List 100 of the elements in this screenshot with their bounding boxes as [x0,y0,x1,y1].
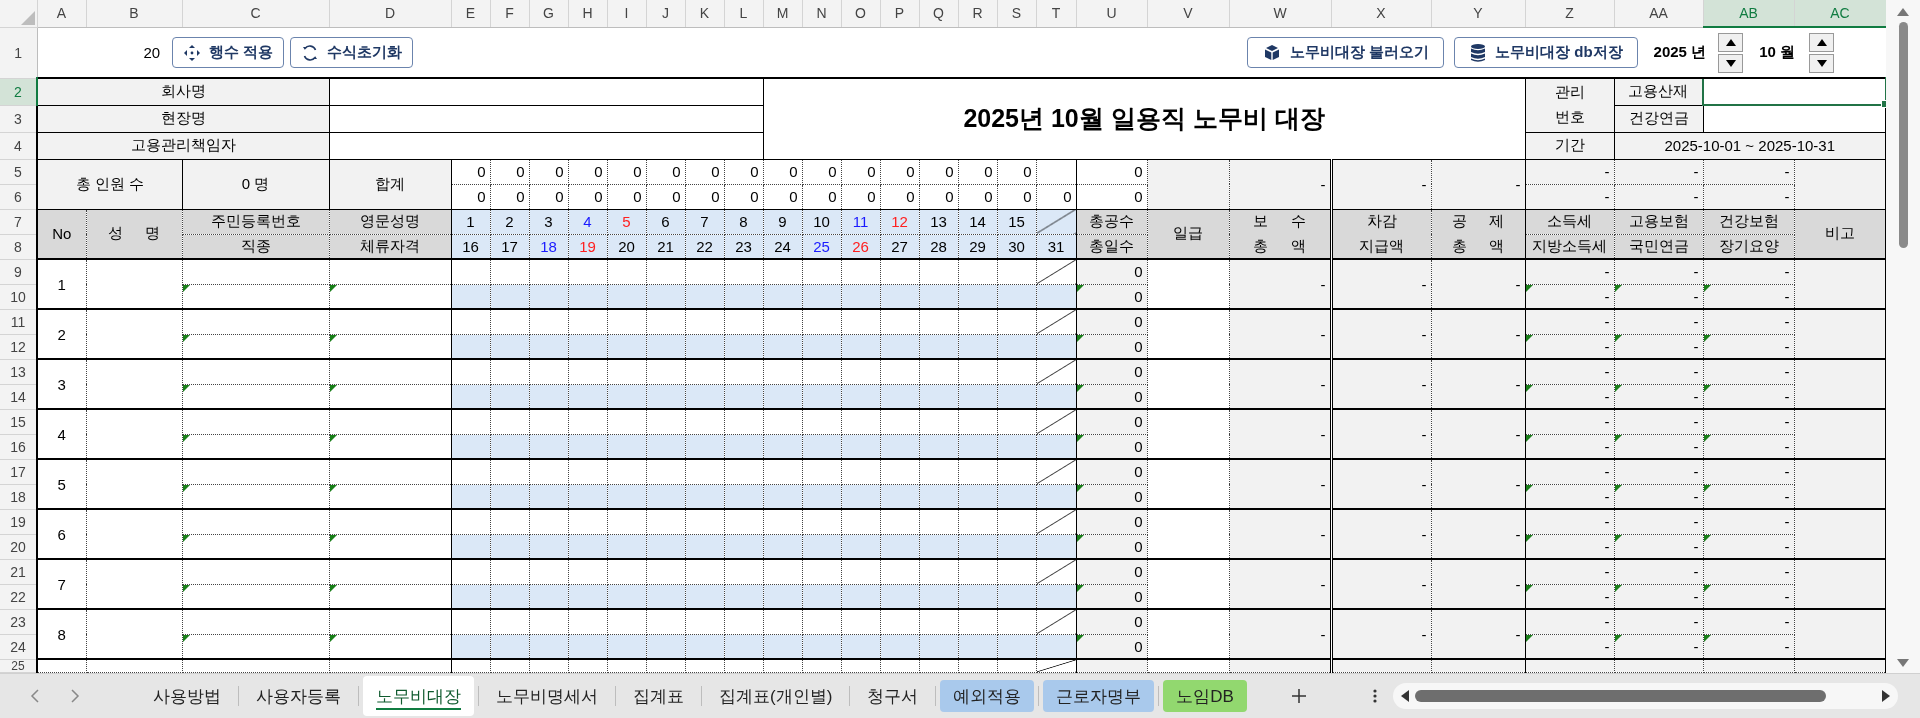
horizontal-scrollbar[interactable] [1392,683,1898,709]
column-header[interactable]: E [451,0,490,27]
next-sheet-icon[interactable] [70,688,80,704]
error-indicator-icon[interactable] [183,635,190,642]
scroll-down-icon[interactable] [1897,659,1909,667]
spin-down-button[interactable] [1718,53,1744,73]
column-header[interactable]: A [37,0,86,27]
column-header[interactable]: Q [919,0,958,27]
save-db-button[interactable]: 노무비대장 db저장 [1454,37,1638,68]
scrollbar-thumb[interactable] [1898,22,1908,248]
load-button[interactable]: 노무비대장 불러오기 [1246,37,1445,68]
error-indicator-icon[interactable] [183,485,190,492]
reset-formula-button[interactable]: 수식초기화 [290,37,414,68]
column-header[interactable]: AC [1794,0,1886,27]
error-indicator-icon[interactable] [1526,285,1533,292]
sheet-tab[interactable]: 집계표 [620,680,697,712]
column-header[interactable]: R [958,0,997,27]
error-indicator-icon[interactable] [1704,385,1711,392]
error-indicator-icon[interactable] [1077,635,1084,642]
error-indicator-icon[interactable] [183,435,190,442]
error-indicator-icon[interactable] [1526,535,1533,542]
column-header[interactable]: I [607,0,646,27]
spin-down-button[interactable] [1809,53,1834,73]
error-indicator-icon[interactable] [330,635,337,642]
error-indicator-icon[interactable] [1526,635,1533,642]
error-indicator-icon[interactable] [1615,435,1622,442]
error-indicator-icon[interactable] [183,385,190,392]
sheet-tab[interactable]: 예외적용 [940,680,1035,712]
error-indicator-icon[interactable] [1526,585,1533,592]
error-indicator-icon[interactable] [1077,385,1084,392]
error-indicator-icon[interactable] [330,535,337,542]
column-header[interactable]: Y [1431,0,1525,27]
error-indicator-icon[interactable] [1704,585,1711,592]
row-header[interactable]: 2 [0,78,37,105]
scroll-up-icon[interactable] [1897,8,1909,16]
error-indicator-icon[interactable] [330,435,337,442]
error-indicator-icon[interactable] [183,335,190,342]
previous-sheet-icon[interactable] [30,688,40,704]
column-header[interactable]: O [841,0,880,27]
scrollbar-thumb[interactable] [1414,690,1826,702]
column-header[interactable]: L [724,0,763,27]
error-indicator-icon[interactable] [1704,435,1711,442]
spin-up-button[interactable] [1718,32,1744,52]
column-header[interactable]: M [763,0,802,27]
column-header[interactable]: G [529,0,568,27]
selected-cell[interactable] [1703,78,1886,105]
sheet-tab[interactable]: 집계표(개인별) [706,680,846,712]
column-header[interactable]: T [1036,0,1076,27]
column-header[interactable]: D [329,0,451,27]
spin-up-button[interactable] [1809,32,1834,52]
error-indicator-icon[interactable] [1704,335,1711,342]
sheet-tab[interactable]: 노무비명세서 [483,680,611,712]
error-indicator-icon[interactable] [330,385,337,392]
column-header[interactable]: F [490,0,529,27]
sheet-tab[interactable]: 노무비대장 [363,676,474,716]
error-indicator-icon[interactable] [1077,285,1084,292]
error-indicator-icon[interactable] [1615,535,1622,542]
error-indicator-icon[interactable] [1526,385,1533,392]
column-header[interactable]: P [880,0,919,27]
error-indicator-icon[interactable] [183,535,190,542]
error-indicator-icon[interactable] [1615,635,1622,642]
error-indicator-icon[interactable] [330,285,337,292]
error-indicator-icon[interactable] [1615,335,1622,342]
column-header[interactable]: V [1147,0,1229,27]
vertical-scrollbar[interactable] [1886,0,1920,673]
column-header[interactable]: J [646,0,685,27]
error-indicator-icon[interactable] [1077,585,1084,592]
error-indicator-icon[interactable] [1526,485,1533,492]
error-indicator-icon[interactable] [183,285,190,292]
error-indicator-icon[interactable] [1526,435,1533,442]
error-indicator-icon[interactable] [183,585,190,592]
error-indicator-icon[interactable] [330,585,337,592]
sheet-tab[interactable]: 근로자명부 [1043,680,1155,712]
error-indicator-icon[interactable] [1526,335,1533,342]
error-indicator-icon[interactable] [1615,585,1622,592]
error-indicator-icon[interactable] [1077,485,1084,492]
error-indicator-icon[interactable] [330,335,337,342]
error-indicator-icon[interactable] [1615,285,1622,292]
sheet-tab[interactable]: 노임DB [1163,680,1247,712]
column-header[interactable]: U [1076,0,1147,27]
error-indicator-icon[interactable] [1704,635,1711,642]
error-indicator-icon[interactable] [1615,385,1622,392]
column-header[interactable]: X [1331,0,1431,27]
column-header[interactable]: AA [1614,0,1703,27]
column-header[interactable]: C [182,0,329,27]
error-indicator-icon[interactable] [1704,535,1711,542]
apply-rows-button[interactable]: 행수 적용 [172,37,285,68]
column-header[interactable]: K [685,0,724,27]
column-header[interactable]: Z [1525,0,1614,27]
column-header[interactable]: B [86,0,182,27]
column-header[interactable]: H [568,0,607,27]
error-indicator-icon[interactable] [1615,485,1622,492]
column-header[interactable]: AB [1703,0,1794,27]
error-indicator-icon[interactable] [1704,485,1711,492]
row-header[interactable]: 1 [0,27,37,78]
error-indicator-icon[interactable] [330,485,337,492]
column-header[interactable]: S [997,0,1036,27]
add-sheet-icon[interactable] [1290,688,1307,704]
error-indicator-icon[interactable] [1077,335,1084,342]
scroll-right-icon[interactable] [1881,690,1890,702]
